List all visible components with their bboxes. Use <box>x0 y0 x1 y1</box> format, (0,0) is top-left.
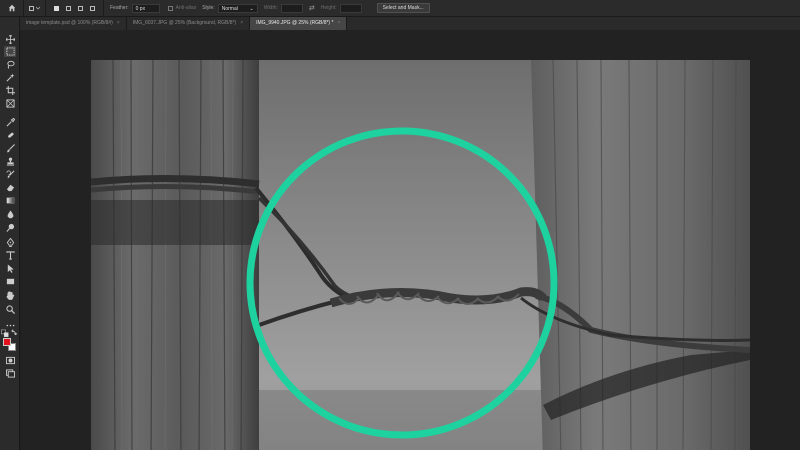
type-tool[interactable] <box>4 250 16 261</box>
dodge-tool[interactable] <box>4 222 16 233</box>
eyedropper-icon <box>6 118 15 127</box>
chevron-down-icon <box>36 6 40 10</box>
feather-label: Feather: <box>110 5 129 11</box>
tab-img-9940[interactable]: IMG_9940.JPG @ 25% (RGB/8*) * × <box>250 17 348 30</box>
width-label: Width: <box>263 5 278 11</box>
lasso-tool[interactable] <box>4 59 16 70</box>
move-icon <box>5 35 15 44</box>
rect-marquee-icon <box>5 47 15 56</box>
brush-icon <box>6 144 15 153</box>
quick-select-tool[interactable] <box>4 72 16 83</box>
home-button[interactable] <box>0 0 24 17</box>
lasso-icon <box>6 60 15 69</box>
close-icon[interactable]: × <box>337 17 340 30</box>
screen-mode-icon <box>5 369 15 378</box>
path-select-tool[interactable] <box>4 263 16 274</box>
antialias-label: Anti-alias <box>175 5 197 11</box>
style-label: Style: <box>202 5 215 11</box>
options-bar: Feather: 0 px Anti-alias Style: Normal ⌄ … <box>0 0 800 17</box>
tab-label: IMG_6037.JPG @ 25% (Background, RGB/8*) <box>132 20 237 26</box>
tab-image-template[interactable]: image template.psd @ 100% (RGB/8#) × <box>20 17 127 30</box>
rectangle-icon <box>6 278 14 285</box>
color-swatches <box>3 338 17 352</box>
swap-arrow-icon <box>11 328 18 335</box>
rectangle-tool[interactable] <box>4 276 16 287</box>
tab-label: image template.psd @ 100% (RGB/8#) <box>26 20 113 26</box>
hand-tool[interactable] <box>4 290 16 301</box>
document-image[interactable] <box>91 60 750 450</box>
hand-icon <box>6 291 14 300</box>
tools-panel <box>0 17 20 450</box>
swap-colors[interactable] <box>10 328 18 336</box>
rect-marquee-icon <box>29 5 34 11</box>
tab-label: IMG_9940.JPG @ 25% (RGB/8*) * <box>256 20 334 26</box>
screen-mode[interactable] <box>4 368 16 379</box>
pen-tool[interactable] <box>4 237 16 248</box>
stamp-icon <box>6 157 14 166</box>
bandage-icon <box>7 132 14 138</box>
marquee-tool[interactable] <box>4 46 16 57</box>
type-icon <box>5 251 15 260</box>
canvas-area[interactable] <box>21 30 800 450</box>
document-tabs: image template.psd @ 100% (RGB/8#) × IMG… <box>20 17 800 30</box>
close-icon[interactable]: × <box>117 17 120 30</box>
tool-preset-picker[interactable] <box>24 0 46 17</box>
arrow-cursor-icon <box>7 264 14 273</box>
quick-mask[interactable] <box>4 355 16 366</box>
height-label: Height: <box>320 5 337 11</box>
history-brush-icon <box>6 170 14 179</box>
magic-wand-icon <box>6 73 15 82</box>
default-colors[interactable] <box>1 329 9 337</box>
chevron-down-icon: ⌄ <box>249 5 254 12</box>
intersect-selection-icon[interactable] <box>90 5 95 11</box>
style-value: Normal <box>221 5 238 12</box>
home-icon <box>8 4 15 12</box>
crop-tool[interactable] <box>4 85 16 96</box>
move-tool[interactable] <box>4 34 16 45</box>
feather-input[interactable]: 0 px <box>131 3 160 13</box>
add-to-selection-icon[interactable] <box>66 5 71 11</box>
default-colors-icon <box>1 329 9 337</box>
brush-tool[interactable] <box>4 143 16 154</box>
frame-icon <box>5 99 15 108</box>
close-icon[interactable]: × <box>240 17 243 30</box>
height-input[interactable] <box>339 3 362 13</box>
selection-mode-group <box>46 0 104 17</box>
select-and-mask-button[interactable]: Select and Mask... <box>376 3 430 13</box>
pen-icon <box>6 238 14 247</box>
width-input[interactable] <box>280 3 303 13</box>
swap-dimensions-icon[interactable]: ⇄ <box>309 4 315 12</box>
style-select[interactable]: Normal ⌄ <box>217 3 258 13</box>
clone-stamp-tool[interactable] <box>4 156 16 167</box>
frame-tool[interactable] <box>4 98 16 109</box>
gradient-icon <box>6 197 14 204</box>
blur-tool[interactable] <box>4 209 16 220</box>
subtract-selection-icon[interactable] <box>78 5 83 11</box>
dodge-icon <box>5 223 14 232</box>
antialias-checkbox[interactable] <box>167 5 173 11</box>
tab-img-6037[interactable]: IMG_6037.JPG @ 25% (Background, RGB/8*) … <box>126 17 251 30</box>
zoom-icon <box>5 305 15 314</box>
gradient-tool[interactable] <box>4 195 16 206</box>
eraser-icon <box>6 184 14 192</box>
crop-icon <box>5 86 15 95</box>
zoom-tool[interactable] <box>4 304 16 315</box>
new-selection-icon[interactable] <box>54 5 59 11</box>
eyedropper-tool[interactable] <box>4 117 16 128</box>
healing-brush-tool[interactable] <box>4 130 16 141</box>
eraser-tool[interactable] <box>4 182 16 193</box>
history-brush-tool[interactable] <box>4 169 16 180</box>
foreground-color-swatch[interactable] <box>3 338 11 346</box>
drop-icon <box>7 210 13 219</box>
quick-mask-icon <box>5 356 15 365</box>
